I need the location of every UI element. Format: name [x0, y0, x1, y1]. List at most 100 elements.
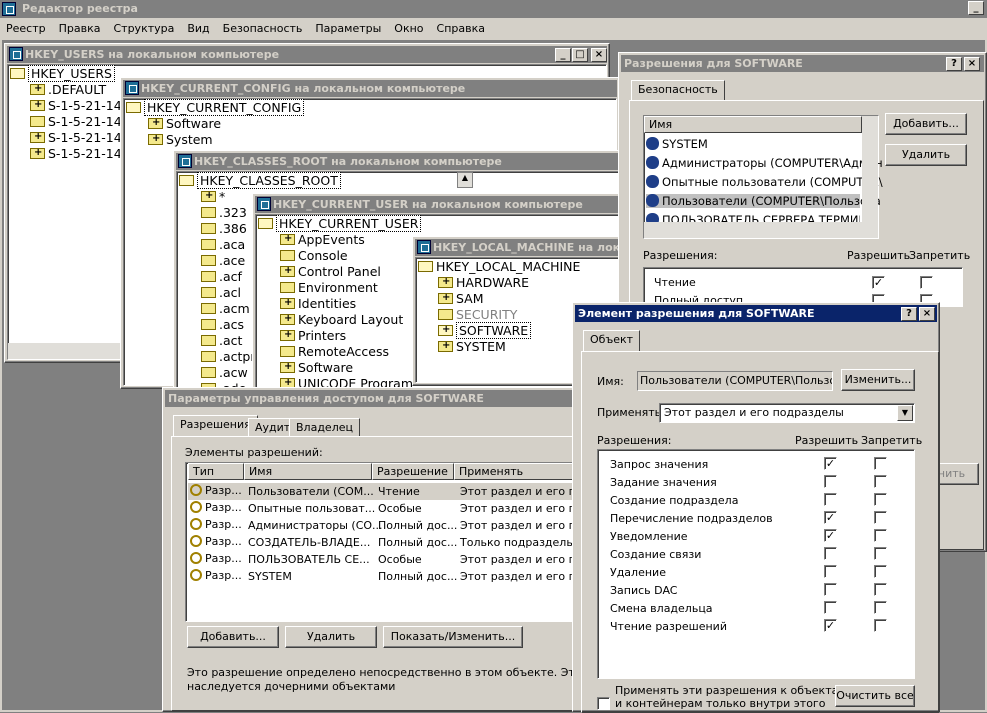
- allow-checkbox[interactable]: [824, 475, 837, 488]
- deny-checkbox[interactable]: [920, 276, 933, 289]
- deny-checkbox[interactable]: [874, 475, 887, 488]
- allow-checkbox[interactable]: [824, 565, 837, 578]
- tree-item[interactable]: Control Panel: [298, 264, 381, 279]
- allow-checkbox[interactable]: [824, 601, 837, 614]
- minimize-button[interactable]: _: [968, 1, 984, 15]
- access-control-dialog[interactable]: Параметры управления доступом для SOFTWA…: [162, 387, 635, 712]
- deny-checkbox[interactable]: [874, 565, 887, 578]
- apply-inside-checkbox[interactable]: [597, 697, 610, 710]
- tab-permissions[interactable]: Разрешения: [173, 415, 258, 437]
- user-item-selected[interactable]: Пользователи (COMPUTER\Пользова: [662, 194, 881, 208]
- tree-item[interactable]: AppEvents: [298, 232, 365, 247]
- menu-tree[interactable]: Структура: [113, 19, 174, 39]
- tree-item[interactable]: Identities: [298, 296, 356, 311]
- horizontal-scrollbar[interactable]: [644, 222, 878, 238]
- minimize-button[interactable]: _: [555, 48, 571, 62]
- clear-all-button[interactable]: Очистить все: [835, 685, 915, 707]
- tree-item[interactable]: Environment: [298, 280, 378, 295]
- allow-checkbox[interactable]: ✓: [824, 457, 837, 470]
- deny-checkbox[interactable]: [874, 619, 887, 632]
- menu-view[interactable]: Вид: [187, 19, 209, 39]
- main-titlebar[interactable]: Редактор реестра _: [0, 0, 987, 18]
- table-row[interactable]: Разр... Опытные пользоват... Особые Этот…: [188, 500, 590, 517]
- table-row[interactable]: Разр... Администраторы (СО... Полный дос…: [188, 517, 590, 534]
- permission-entry-titlebar[interactable]: Элемент разрешения для SOFTWARE ? ×: [575, 305, 937, 322]
- tree-root[interactable]: HKEY_CURRENT_CONFIG: [144, 99, 305, 116]
- change-button[interactable]: Изменить...: [841, 369, 915, 391]
- tree-item[interactable]: HARDWARE: [456, 275, 529, 290]
- chevron-down-icon[interactable]: ▼: [897, 405, 913, 421]
- tree-item[interactable]: .acf: [219, 269, 242, 284]
- access-control-titlebar[interactable]: Параметры управления доступом для SOFTWA…: [165, 390, 589, 407]
- tree-item[interactable]: .acl: [219, 285, 241, 300]
- tree-item[interactable]: .DEFAULT: [48, 82, 106, 97]
- hkey-current-config-titlebar[interactable]: HKEY_CURRENT_CONFIG на локальном компьют…: [123, 80, 617, 97]
- tree-item-selected[interactable]: SOFTWARE: [456, 322, 532, 339]
- menu-options[interactable]: Параметры: [315, 19, 381, 39]
- tree-item[interactable]: Software: [298, 360, 353, 375]
- apply-dropdown[interactable]: Этот раздел и его подразделы ▼: [659, 403, 915, 423]
- tree-item[interactable]: Keyboard Layout: [298, 312, 403, 327]
- tree-item[interactable]: Printers: [298, 328, 346, 343]
- remove-button[interactable]: Удалить: [285, 626, 377, 648]
- tree-item[interactable]: .aca: [219, 237, 245, 252]
- deny-checkbox[interactable]: [874, 529, 887, 542]
- tree-item[interactable]: *: [219, 189, 225, 204]
- deny-checkbox[interactable]: [874, 583, 887, 596]
- user-item[interactable]: Опытные пользователи (COMPUTER\: [662, 175, 883, 189]
- tree-item[interactable]: System: [166, 132, 213, 147]
- close-button[interactable]: ×: [964, 57, 980, 71]
- menu-edit[interactable]: Правка: [59, 19, 101, 39]
- close-button[interactable]: ×: [919, 307, 935, 321]
- users-list[interactable]: Имя SYSTEM Администраторы (COMPUTER\Адми…: [643, 115, 883, 239]
- maximize-button[interactable]: □: [572, 48, 588, 62]
- vertical-scrollbar[interactable]: [862, 116, 878, 222]
- tree-root[interactable]: HKEY_USERS: [28, 65, 115, 82]
- tree-item[interactable]: SYSTEM: [456, 339, 506, 354]
- hkey-classes-root-titlebar[interactable]: HKEY_CLASSES_ROOT на локальном компьютер…: [176, 153, 630, 170]
- help-button[interactable]: ?: [946, 57, 962, 71]
- allow-checkbox[interactable]: ✓: [872, 276, 885, 289]
- tree-item[interactable]: RemoteAccess: [298, 344, 389, 359]
- allow-checkbox[interactable]: [824, 493, 837, 506]
- column-type[interactable]: Тип: [188, 463, 244, 480]
- tree-item[interactable]: .actpr: [219, 349, 255, 364]
- menu-help[interactable]: Справка: [437, 19, 485, 39]
- hkey-users-titlebar[interactable]: HKEY_USERS на локальном компьютере _ □ ×: [7, 46, 607, 63]
- tree-item[interactable]: .323: [219, 205, 247, 220]
- tree-root[interactable]: HKEY_CURRENT_USER: [276, 215, 422, 232]
- add-button[interactable]: Добавить...: [187, 626, 279, 648]
- user-item[interactable]: SYSTEM: [662, 137, 708, 151]
- deny-checkbox[interactable]: [874, 601, 887, 614]
- table-row[interactable]: Разр... Пользователи (COM... Чтение Этот…: [188, 483, 590, 500]
- tree-item[interactable]: .acs: [219, 317, 244, 332]
- permission-entry-dialog[interactable]: Элемент разрешения для SOFTWARE ? × Объе…: [572, 302, 940, 713]
- menu-security[interactable]: Безопасность: [223, 19, 303, 39]
- tree-item[interactable]: S-1-5-21-141: [48, 98, 130, 113]
- tree-root[interactable]: HKEY_LOCAL_MACHINE: [436, 259, 580, 274]
- tree-item[interactable]: .ace: [219, 253, 245, 268]
- tree-item[interactable]: Console: [298, 248, 348, 263]
- deny-checkbox[interactable]: [874, 511, 887, 524]
- allow-checkbox[interactable]: ✓: [824, 529, 837, 542]
- tab-object[interactable]: Объект: [583, 330, 641, 352]
- tree-item[interactable]: Software: [166, 116, 221, 131]
- tree-item[interactable]: SECURITY: [456, 307, 517, 322]
- column-apply[interactable]: Применять: [454, 463, 590, 480]
- tree-item[interactable]: S-1-5-21-141: [48, 130, 130, 145]
- deny-checkbox[interactable]: [874, 547, 887, 560]
- tree-item[interactable]: SAM: [456, 291, 484, 306]
- allow-checkbox[interactable]: [824, 583, 837, 596]
- remove-button[interactable]: Удалить: [885, 144, 967, 166]
- menu-registry[interactable]: Реестр: [6, 19, 46, 39]
- permissions-list[interactable]: Чтение ✓ Полный доступ: [643, 267, 963, 307]
- table-row[interactable]: Разр... ПОЛЬЗОВАТЕЛЬ СЕ... Особые Этот р…: [188, 551, 590, 568]
- permissions-titlebar[interactable]: Разрешения для SOFTWARE ? ×: [621, 55, 984, 72]
- column-name[interactable]: Имя: [644, 116, 862, 133]
- tab-security[interactable]: Безопасность: [631, 80, 725, 100]
- hkey-current-user-titlebar[interactable]: HKEY_CURRENT_USER на локальном компьютер…: [255, 196, 621, 213]
- menu-window[interactable]: Окно: [394, 19, 423, 39]
- tree-item[interactable]: .386: [219, 221, 247, 236]
- tree-root[interactable]: HKEY_CLASSES_ROOT: [197, 172, 341, 189]
- tree-item[interactable]: S-1-5-21-141: [48, 114, 130, 129]
